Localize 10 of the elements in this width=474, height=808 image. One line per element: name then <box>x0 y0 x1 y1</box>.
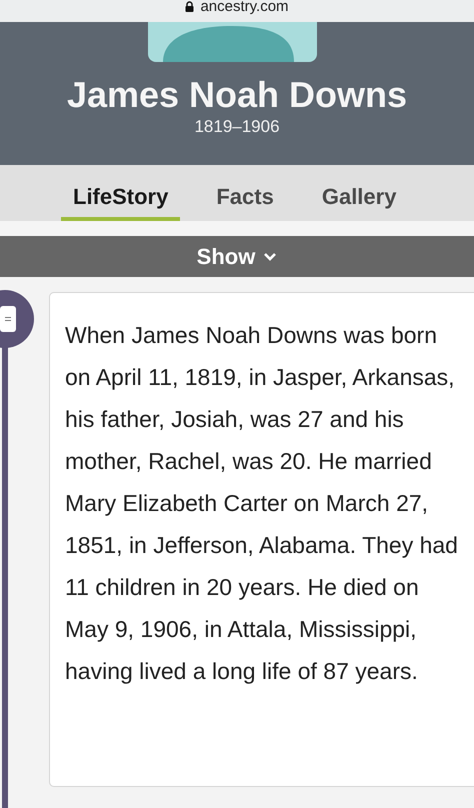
url-text[interactable]: ancestry.com <box>200 0 289 14</box>
chevron-down-icon <box>263 252 278 262</box>
lock-icon <box>185 1 194 12</box>
life-years: 1819–1906 <box>194 116 280 138</box>
tab[interactable]: Facts <box>204 165 286 221</box>
show-toggle-button[interactable]: Show <box>0 236 474 277</box>
person-name: James Noah Downs <box>66 74 408 116</box>
tab[interactable]: Gallery <box>310 165 408 221</box>
life-story-text: When James Noah Downs was born on April 11, 1819, in Jasper, Arkansas, his father, Josiah, was 27 and his mother, Rachel, was 20. He married Mary Elizabeth Carter on March 27, 1851, in Jefferson, Alabama. They had 11 children in 20 years. He died on May 9, 1906, in Attala, Mississippi, having lived a long life of 87 years. <box>65 321 459 686</box>
avatar-silhouette-icon <box>148 22 316 62</box>
